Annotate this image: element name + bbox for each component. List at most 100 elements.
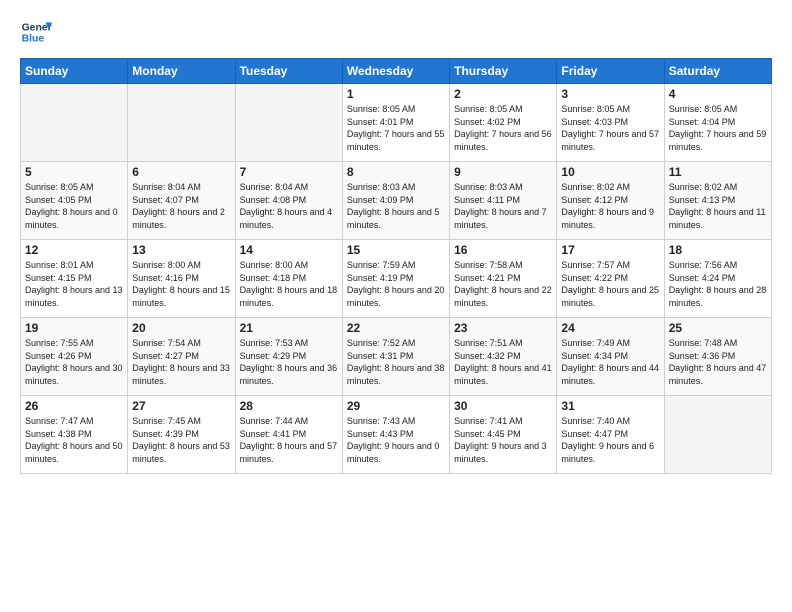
day-info: Sunrise: 8:05 AM Sunset: 4:03 PM Dayligh…	[561, 103, 659, 153]
calendar-cell: 18 Sunrise: 7:56 AM Sunset: 4:24 PM Dayli…	[664, 240, 771, 318]
calendar-cell: 13 Sunrise: 8:00 AM Sunset: 4:16 PM Dayli…	[128, 240, 235, 318]
calendar-cell: 26 Sunrise: 7:47 AM Sunset: 4:38 PM Dayli…	[21, 396, 128, 474]
day-info: Sunrise: 8:00 AM Sunset: 4:16 PM Dayligh…	[132, 259, 230, 309]
day-number: 20	[132, 321, 230, 335]
page: General Blue SundayMondayTuesdayWednesda…	[0, 0, 792, 612]
day-info: Sunrise: 7:54 AM Sunset: 4:27 PM Dayligh…	[132, 337, 230, 387]
day-info: Sunrise: 8:02 AM Sunset: 4:12 PM Dayligh…	[561, 181, 659, 231]
calendar-cell: 21 Sunrise: 7:53 AM Sunset: 4:29 PM Dayli…	[235, 318, 342, 396]
calendar-cell: 1 Sunrise: 8:05 AM Sunset: 4:01 PM Daylig…	[342, 84, 449, 162]
calendar-cell: 8 Sunrise: 8:03 AM Sunset: 4:09 PM Daylig…	[342, 162, 449, 240]
day-info: Sunrise: 8:04 AM Sunset: 4:07 PM Dayligh…	[132, 181, 230, 231]
calendar-cell: 23 Sunrise: 7:51 AM Sunset: 4:32 PM Dayli…	[450, 318, 557, 396]
day-number: 12	[25, 243, 123, 257]
calendar-cell: 27 Sunrise: 7:45 AM Sunset: 4:39 PM Dayli…	[128, 396, 235, 474]
calendar-cell: 19 Sunrise: 7:55 AM Sunset: 4:26 PM Dayli…	[21, 318, 128, 396]
day-info: Sunrise: 8:05 AM Sunset: 4:05 PM Dayligh…	[25, 181, 123, 231]
day-info: Sunrise: 7:55 AM Sunset: 4:26 PM Dayligh…	[25, 337, 123, 387]
day-number: 24	[561, 321, 659, 335]
day-number: 27	[132, 399, 230, 413]
day-info: Sunrise: 8:00 AM Sunset: 4:18 PM Dayligh…	[240, 259, 338, 309]
day-info: Sunrise: 7:48 AM Sunset: 4:36 PM Dayligh…	[669, 337, 767, 387]
day-number: 30	[454, 399, 552, 413]
day-number: 15	[347, 243, 445, 257]
day-number: 19	[25, 321, 123, 335]
day-info: Sunrise: 7:44 AM Sunset: 4:41 PM Dayligh…	[240, 415, 338, 465]
calendar-cell: 25 Sunrise: 7:48 AM Sunset: 4:36 PM Dayli…	[664, 318, 771, 396]
day-number: 6	[132, 165, 230, 179]
calendar-cell: 12 Sunrise: 8:01 AM Sunset: 4:15 PM Dayli…	[21, 240, 128, 318]
calendar-cell: 7 Sunrise: 8:04 AM Sunset: 4:08 PM Daylig…	[235, 162, 342, 240]
svg-text:Blue: Blue	[22, 34, 45, 45]
day-info: Sunrise: 7:45 AM Sunset: 4:39 PM Dayligh…	[132, 415, 230, 465]
calendar-week-row: 12 Sunrise: 8:01 AM Sunset: 4:15 PM Dayli…	[21, 240, 772, 318]
day-info: Sunrise: 7:57 AM Sunset: 4:22 PM Dayligh…	[561, 259, 659, 309]
day-info: Sunrise: 7:51 AM Sunset: 4:32 PM Dayligh…	[454, 337, 552, 387]
day-number: 18	[669, 243, 767, 257]
day-info: Sunrise: 7:47 AM Sunset: 4:38 PM Dayligh…	[25, 415, 123, 465]
day-number: 11	[669, 165, 767, 179]
day-info: Sunrise: 7:41 AM Sunset: 4:45 PM Dayligh…	[454, 415, 552, 465]
day-number: 17	[561, 243, 659, 257]
calendar-cell: 31 Sunrise: 7:40 AM Sunset: 4:47 PM Dayli…	[557, 396, 664, 474]
calendar-cell: 4Sunrise: 8:05 AM Sunset: 4:04 PM Daylig…	[664, 84, 771, 162]
day-number: 10	[561, 165, 659, 179]
calendar-header-tuesday: Tuesday	[235, 59, 342, 84]
day-info: Sunrise: 7:49 AM Sunset: 4:34 PM Dayligh…	[561, 337, 659, 387]
calendar-cell: 20 Sunrise: 7:54 AM Sunset: 4:27 PM Dayli…	[128, 318, 235, 396]
calendar-cell: 28 Sunrise: 7:44 AM Sunset: 4:41 PM Dayli…	[235, 396, 342, 474]
day-number: 22	[347, 321, 445, 335]
calendar-cell: 22 Sunrise: 7:52 AM Sunset: 4:31 PM Dayli…	[342, 318, 449, 396]
calendar-cell	[235, 84, 342, 162]
calendar-week-row: 5Sunrise: 8:05 AM Sunset: 4:05 PM Daylig…	[21, 162, 772, 240]
day-number: 26	[25, 399, 123, 413]
day-info: Sunrise: 7:43 AM Sunset: 4:43 PM Dayligh…	[347, 415, 445, 465]
day-info: Sunrise: 8:03 AM Sunset: 4:09 PM Dayligh…	[347, 181, 445, 231]
calendar-cell: 9Sunrise: 8:03 AM Sunset: 4:11 PM Daylig…	[450, 162, 557, 240]
calendar-cell	[21, 84, 128, 162]
calendar-cell: 14 Sunrise: 8:00 AM Sunset: 4:18 PM Dayli…	[235, 240, 342, 318]
calendar-week-row: 1 Sunrise: 8:05 AM Sunset: 4:01 PM Daylig…	[21, 84, 772, 162]
day-info: Sunrise: 8:01 AM Sunset: 4:15 PM Dayligh…	[25, 259, 123, 309]
day-info: Sunrise: 8:05 AM Sunset: 4:01 PM Dayligh…	[347, 103, 445, 153]
day-number: 8	[347, 165, 445, 179]
day-number: 28	[240, 399, 338, 413]
calendar-cell: 2 Sunrise: 8:05 AM Sunset: 4:02 PM Daylig…	[450, 84, 557, 162]
day-number: 1	[347, 87, 445, 101]
day-number: 13	[132, 243, 230, 257]
day-number: 25	[669, 321, 767, 335]
day-number: 21	[240, 321, 338, 335]
calendar-header-wednesday: Wednesday	[342, 59, 449, 84]
calendar-header-row: SundayMondayTuesdayWednesdayThursdayFrid…	[21, 59, 772, 84]
day-info: Sunrise: 8:03 AM Sunset: 4:11 PM Dayligh…	[454, 181, 552, 231]
day-number: 23	[454, 321, 552, 335]
day-info: Sunrise: 7:52 AM Sunset: 4:31 PM Dayligh…	[347, 337, 445, 387]
calendar-cell: 3 Sunrise: 8:05 AM Sunset: 4:03 PM Daylig…	[557, 84, 664, 162]
calendar-cell: 17 Sunrise: 7:57 AM Sunset: 4:22 PM Dayli…	[557, 240, 664, 318]
day-number: 7	[240, 165, 338, 179]
day-info: Sunrise: 7:56 AM Sunset: 4:24 PM Dayligh…	[669, 259, 767, 309]
calendar-week-row: 19 Sunrise: 7:55 AM Sunset: 4:26 PM Dayli…	[21, 318, 772, 396]
logo: General Blue	[20, 16, 56, 48]
logo-icon: General Blue	[20, 16, 52, 48]
day-number: 14	[240, 243, 338, 257]
calendar-cell: 11Sunrise: 8:02 AM Sunset: 4:13 PM Dayli…	[664, 162, 771, 240]
day-number: 31	[561, 399, 659, 413]
calendar-cell	[128, 84, 235, 162]
day-info: Sunrise: 7:58 AM Sunset: 4:21 PM Dayligh…	[454, 259, 552, 309]
calendar-header-saturday: Saturday	[664, 59, 771, 84]
day-info: Sunrise: 8:05 AM Sunset: 4:04 PM Dayligh…	[669, 103, 767, 153]
calendar-cell: 16Sunrise: 7:58 AM Sunset: 4:21 PM Dayli…	[450, 240, 557, 318]
day-info: Sunrise: 7:40 AM Sunset: 4:47 PM Dayligh…	[561, 415, 659, 465]
day-number: 3	[561, 87, 659, 101]
calendar-week-row: 26 Sunrise: 7:47 AM Sunset: 4:38 PM Dayli…	[21, 396, 772, 474]
day-number: 2	[454, 87, 552, 101]
day-info: Sunrise: 8:04 AM Sunset: 4:08 PM Dayligh…	[240, 181, 338, 231]
calendar-cell: 15Sunrise: 7:59 AM Sunset: 4:19 PM Dayli…	[342, 240, 449, 318]
day-info: Sunrise: 8:05 AM Sunset: 4:02 PM Dayligh…	[454, 103, 552, 153]
calendar-header-thursday: Thursday	[450, 59, 557, 84]
day-info: Sunrise: 7:53 AM Sunset: 4:29 PM Dayligh…	[240, 337, 338, 387]
calendar-cell: 6 Sunrise: 8:04 AM Sunset: 4:07 PM Daylig…	[128, 162, 235, 240]
calendar-cell: 5Sunrise: 8:05 AM Sunset: 4:05 PM Daylig…	[21, 162, 128, 240]
calendar-cell: 10 Sunrise: 8:02 AM Sunset: 4:12 PM Dayli…	[557, 162, 664, 240]
